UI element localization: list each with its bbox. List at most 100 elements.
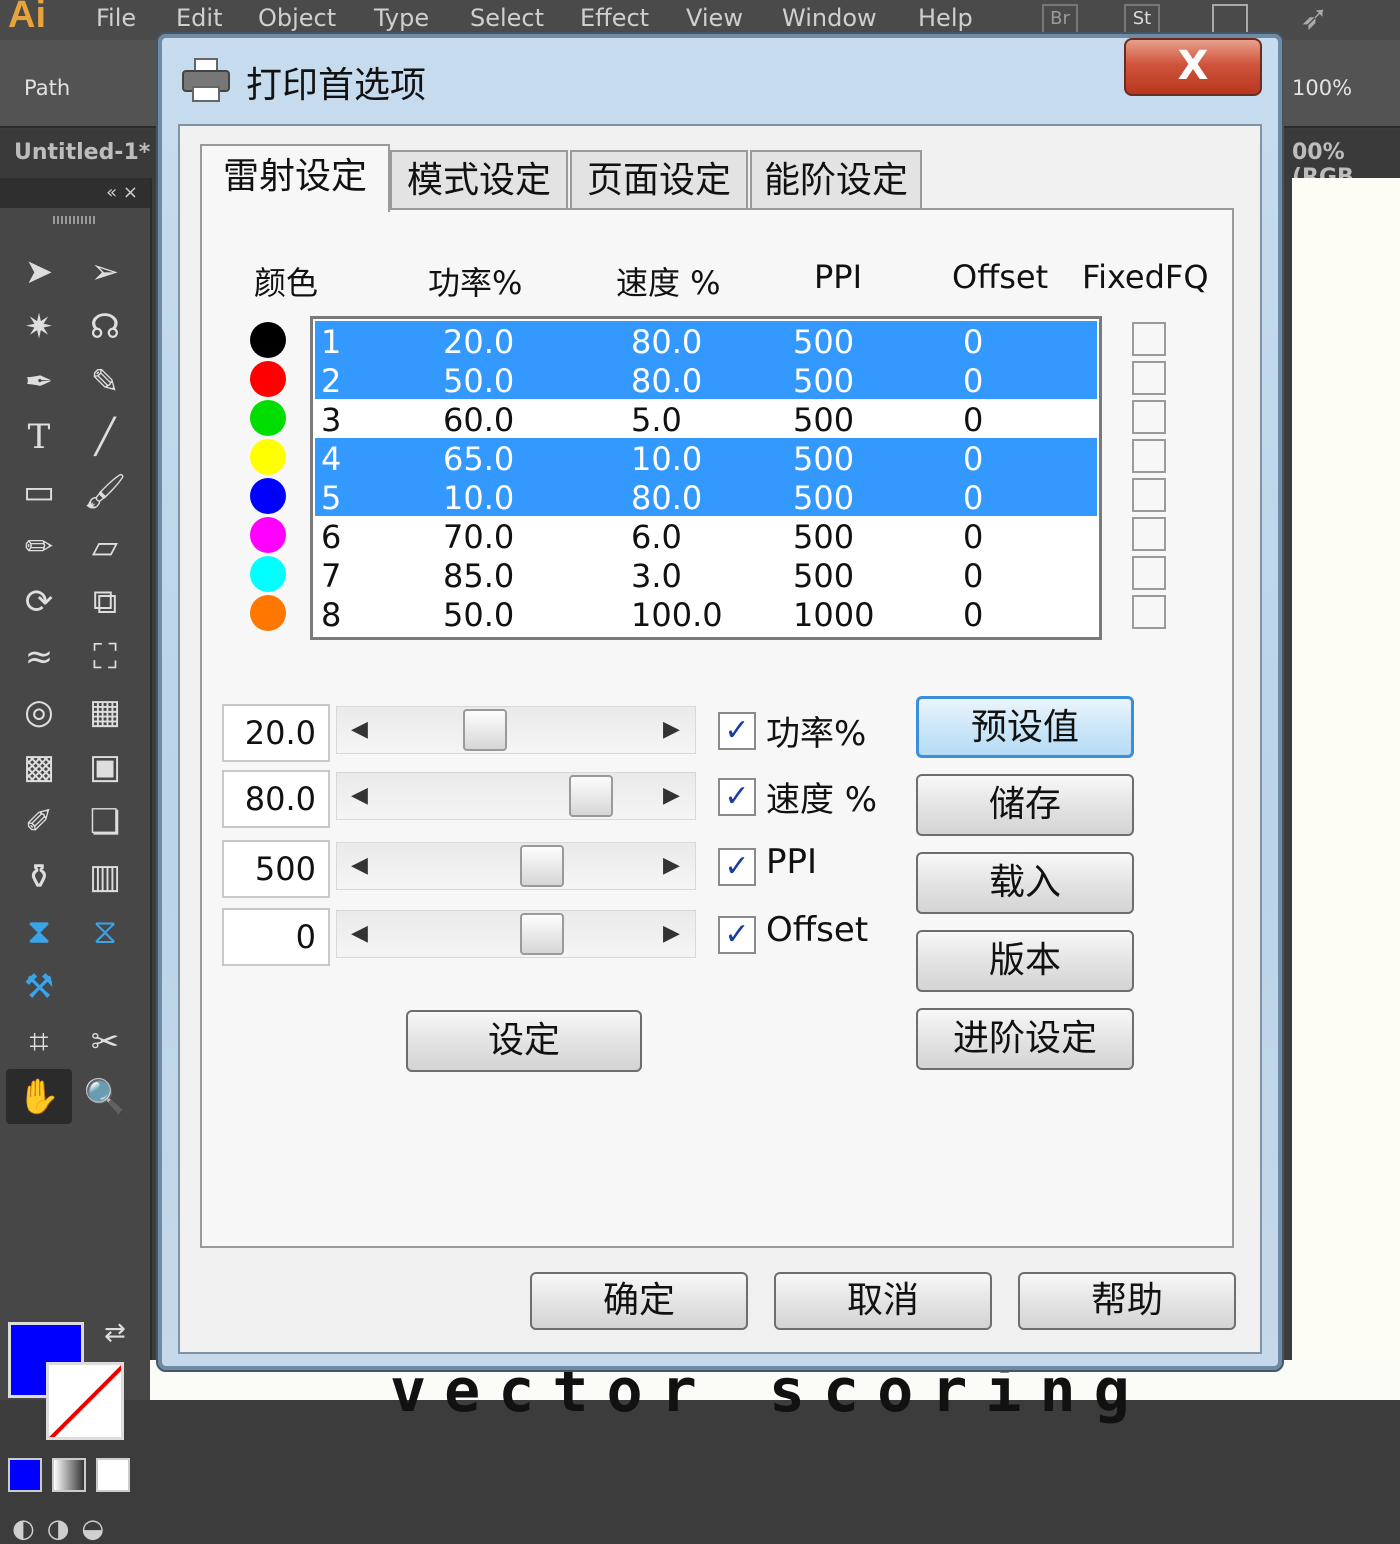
curvature-tool-icon[interactable]: ✎ xyxy=(72,354,138,409)
offset-value-field[interactable]: 0 xyxy=(222,908,330,966)
tab-level-settings[interactable]: 能阶设定 xyxy=(750,150,922,208)
offset-checkbox[interactable]: ✓ xyxy=(718,916,756,954)
fixedfq-checkbox[interactable] xyxy=(1132,361,1166,395)
menu-type[interactable]: Type xyxy=(374,4,429,32)
paintbrush-icon[interactable]: 🖌 xyxy=(72,464,138,519)
slider-left-arrow-icon[interactable]: ◀ xyxy=(351,853,368,878)
tab-mode-settings[interactable]: 模式设定 xyxy=(390,150,568,208)
gradient-tool-icon[interactable]: ▣ xyxy=(72,739,138,794)
slider-right-arrow-icon[interactable]: ▶ xyxy=(663,921,680,946)
table-row[interactable]: 2 50.0 80.0 500 0 xyxy=(315,360,1097,400)
panel-grip[interactable] xyxy=(53,216,97,224)
ok-button[interactable]: 确定 xyxy=(530,1272,748,1330)
rotate-tool-icon[interactable]: ⟳ xyxy=(6,574,72,629)
scale-tool-icon[interactable]: ⧉ xyxy=(72,574,138,629)
advanced-settings-button[interactable]: 进阶设定 xyxy=(916,1008,1134,1070)
power-checkbox[interactable]: ✓ xyxy=(718,712,756,750)
table-row[interactable]: 5 10.0 80.0 500 0 xyxy=(315,477,1097,517)
gradient-mode-icon[interactable] xyxy=(52,1458,86,1492)
pen-settings-list[interactable]: 1 20.0 80.0 500 0 2 50.0 80.0 500 0 3 60.0 5.0 500 0 4 6… xyxy=(310,316,1102,640)
slider-thumb[interactable] xyxy=(463,709,507,751)
magic-wand-icon[interactable]: ✷ xyxy=(6,299,72,354)
shape-builder-icon[interactable]: ◎ xyxy=(6,684,72,739)
slider-left-arrow-icon[interactable]: ◀ xyxy=(351,717,368,742)
slider-left-arrow-icon[interactable]: ◀ xyxy=(351,921,368,946)
menu-effect[interactable]: Effect xyxy=(580,4,649,32)
blend-tool-icon[interactable]: ❏ xyxy=(72,794,138,849)
tools-panel-header[interactable]: « × xyxy=(0,178,150,208)
version-button[interactable]: 版本 xyxy=(916,930,1134,992)
load-button[interactable]: 载入 xyxy=(916,852,1134,914)
artboard-tool-icon[interactable]: ⌗ xyxy=(6,1014,72,1069)
column-graph-icon[interactable]: ▥ xyxy=(72,849,138,904)
none-mode-icon[interactable] xyxy=(96,1458,130,1492)
slider-right-arrow-icon[interactable]: ▶ xyxy=(663,853,680,878)
line-tool-icon[interactable]: ╱ xyxy=(72,409,138,464)
pencil-icon[interactable]: ✏ xyxy=(6,519,72,574)
close-button[interactable]: X xyxy=(1124,38,1262,96)
document-tab[interactable]: Untitled-1* xyxy=(14,140,150,165)
eraser-icon[interactable]: ▱ xyxy=(72,519,138,574)
perspective-grid-icon[interactable]: ▦ xyxy=(72,684,138,739)
table-row[interactable]: 8 50.0 100.0 1000 0 xyxy=(315,594,1097,634)
pen-tool-icon[interactable]: ✒ xyxy=(6,354,72,409)
hand-tool-icon[interactable]: ✋ xyxy=(6,1069,72,1124)
free-transform-icon[interactable]: ⛶ xyxy=(72,629,138,684)
table-row[interactable]: 4 65.0 10.0 500 0 xyxy=(315,438,1097,478)
slider-right-arrow-icon[interactable]: ▶ xyxy=(663,783,680,808)
tab-page-settings[interactable]: 页面设定 xyxy=(570,150,748,208)
slider-thumb[interactable] xyxy=(520,913,564,955)
direct-selection-tool-icon[interactable]: ➢ xyxy=(72,244,138,299)
save-button[interactable]: 储存 xyxy=(916,774,1134,836)
slider-right-arrow-icon[interactable]: ▶ xyxy=(663,717,680,742)
mesh-tool-icon[interactable]: ▩ xyxy=(6,739,72,794)
table-row[interactable]: 3 60.0 5.0 500 0 xyxy=(315,399,1097,439)
stock-icon[interactable]: St xyxy=(1124,4,1160,34)
slice-tool-icon[interactable]: ✂ xyxy=(72,1014,138,1069)
draw-normal-icon[interactable]: ◐ xyxy=(12,1514,35,1544)
draw-inside-icon[interactable]: ◒ xyxy=(81,1514,104,1544)
slider-thumb[interactable] xyxy=(520,845,564,887)
speed-slider[interactable]: ◀ ▶ xyxy=(336,772,696,820)
menu-select[interactable]: Select xyxy=(470,4,544,32)
width-tool-icon[interactable]: ≈ xyxy=(6,629,72,684)
ppi-slider[interactable]: ◀ ▶ xyxy=(336,842,696,890)
offset-slider[interactable]: ◀ ▶ xyxy=(336,910,696,958)
lasso-icon[interactable]: ☊ xyxy=(72,299,138,354)
plugin-tool-c-icon[interactable]: ⚒ xyxy=(6,959,72,1014)
ppi-value-field[interactable]: 500 xyxy=(222,840,330,898)
slider-left-arrow-icon[interactable]: ◀ xyxy=(351,783,368,808)
swap-colors-icon[interactable]: ⇄ xyxy=(104,1318,126,1348)
slider-thumb[interactable] xyxy=(569,775,613,817)
table-row[interactable]: 6 70.0 6.0 500 0 xyxy=(315,516,1097,556)
stroke-swatch[interactable] xyxy=(46,1362,124,1440)
speed-value-field[interactable]: 80.0 xyxy=(222,770,330,828)
selection-tool-icon[interactable]: ➤ xyxy=(6,244,72,299)
cancel-button[interactable]: 取消 xyxy=(774,1272,992,1330)
fixedfq-checkbox[interactable] xyxy=(1132,517,1166,551)
fixedfq-checkbox[interactable] xyxy=(1132,478,1166,512)
tab-laser-settings[interactable]: 雷射设定 xyxy=(200,144,390,212)
ppi-checkbox[interactable]: ✓ xyxy=(718,848,756,886)
menu-file[interactable]: File xyxy=(96,4,136,32)
preset-button[interactable]: 预设值 xyxy=(916,696,1134,758)
eyedropper-icon[interactable]: ✐ xyxy=(6,794,72,849)
fixedfq-checkbox[interactable] xyxy=(1132,439,1166,473)
menu-window[interactable]: Window xyxy=(782,4,877,32)
zoom-tool-icon[interactable]: 🔍 xyxy=(72,1069,138,1124)
plugin-tool-b-icon[interactable]: ⧖ xyxy=(72,904,138,959)
fixedfq-checkbox[interactable] xyxy=(1132,556,1166,590)
type-tool-icon[interactable]: T xyxy=(6,409,72,464)
bridge-icon[interactable]: Br xyxy=(1042,4,1078,34)
symbol-sprayer-icon[interactable]: ⚱ xyxy=(6,849,72,904)
table-row[interactable]: 1 20.0 80.0 500 0 xyxy=(315,321,1097,361)
table-row[interactable]: 7 85.0 3.0 500 0 xyxy=(315,555,1097,595)
power-value-field[interactable]: 20.0 xyxy=(222,704,330,762)
rectangle-tool-icon[interactable]: ▭ xyxy=(6,464,72,519)
fixedfq-checkbox[interactable] xyxy=(1132,400,1166,434)
help-button[interactable]: 帮助 xyxy=(1018,1272,1236,1330)
menu-help[interactable]: Help xyxy=(918,4,973,32)
plugin-tool-a-icon[interactable]: ⧗ xyxy=(6,904,72,959)
fixedfq-checkbox[interactable] xyxy=(1132,322,1166,356)
workspace-layout-icon[interactable] xyxy=(1212,4,1248,34)
